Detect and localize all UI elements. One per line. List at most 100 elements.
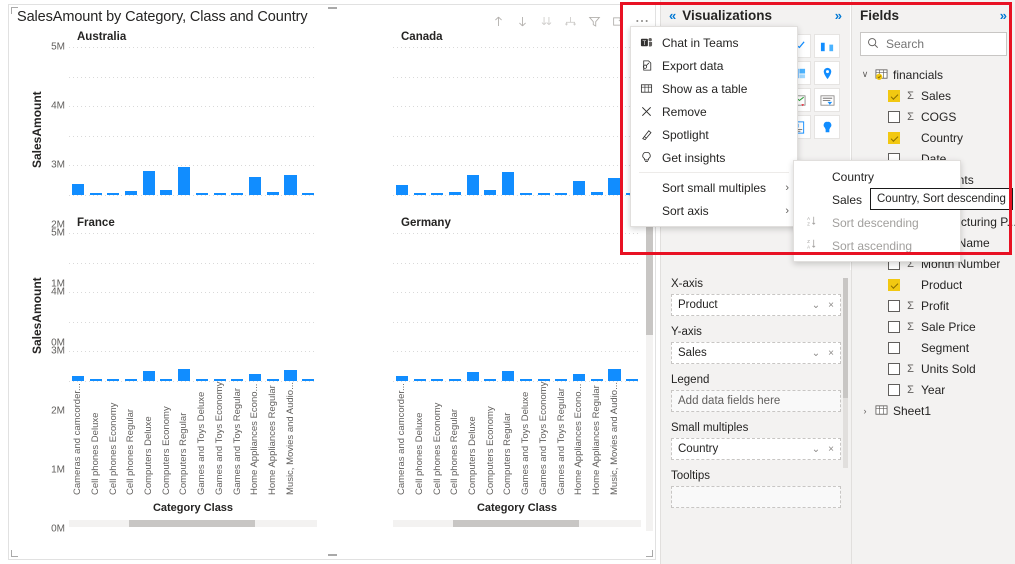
field-checkbox[interactable] — [888, 341, 900, 354]
bar[interactable] — [573, 373, 586, 381]
resize-handle-bottom-left[interactable] — [11, 550, 18, 557]
field-item[interactable]: Σ Year — [860, 379, 1015, 400]
fields-table-node[interactable]: ∨ financials — [860, 64, 1015, 85]
submenu-item[interactable]: Country — [794, 165, 960, 188]
bar[interactable] — [124, 191, 138, 195]
bar[interactable] — [608, 178, 621, 195]
field-item[interactable]: ΣProduct — [860, 274, 1015, 295]
slicer-icon[interactable] — [814, 88, 840, 112]
bar[interactable] — [231, 379, 244, 381]
bar[interactable] — [284, 370, 297, 381]
chart-horizontal-scrollbar[interactable] — [393, 520, 641, 527]
field-item[interactable]: Σ Units Sold — [860, 358, 1015, 379]
context-menu-item[interactable]: Sort small multiples › — [631, 176, 797, 199]
bar[interactable] — [590, 192, 603, 195]
remove-field-icon[interactable]: × — [826, 300, 836, 311]
chart-horizontal-scrollbar[interactable] — [69, 520, 317, 527]
bar[interactable] — [413, 379, 426, 381]
bar[interactable] — [71, 183, 84, 195]
bar[interactable] — [431, 193, 444, 195]
field-well-y-axis[interactable]: Sales ⌄ × — [671, 342, 841, 364]
bar[interactable] — [266, 379, 279, 381]
chevron-right-icon[interactable]: » — [1000, 8, 1007, 23]
bar[interactable] — [195, 193, 208, 195]
field-item[interactable]: Σ COGS — [860, 106, 1015, 127]
field-item[interactable]: ΣSegment — [860, 337, 1015, 358]
chevron-left-icon[interactable]: « — [669, 8, 676, 23]
bar[interactable] — [484, 190, 497, 195]
bar[interactable] — [71, 375, 84, 381]
sort-small-multiples-submenu[interactable]: Country Sales A Z Sort descending Z A Sort asce… — [793, 160, 961, 262]
expand-all-down-icon[interactable] — [537, 12, 555, 30]
field-checkbox[interactable] — [888, 278, 900, 291]
bar[interactable] — [213, 379, 226, 381]
bar[interactable] — [124, 379, 138, 381]
bar[interactable] — [284, 175, 297, 195]
field-checkbox[interactable] — [888, 110, 900, 123]
map-icon[interactable] — [814, 61, 840, 85]
bar[interactable] — [266, 191, 279, 195]
chevron-down-icon[interactable]: ⌄ — [810, 300, 822, 311]
bar[interactable] — [142, 370, 155, 381]
chart-horizontal-scroll-thumb[interactable] — [452, 520, 579, 527]
bar[interactable] — [502, 171, 515, 195]
field-item[interactable]: ΣCountry — [860, 127, 1015, 148]
bar[interactable] — [178, 369, 191, 381]
bar[interactable] — [466, 372, 479, 381]
bar[interactable] — [555, 193, 568, 195]
field-item[interactable]: Σ Profit — [860, 295, 1015, 316]
bar[interactable] — [626, 379, 639, 381]
field-well-small-multiples[interactable]: Country ⌄ × — [671, 438, 841, 460]
bar[interactable] — [89, 379, 102, 381]
bar[interactable] — [466, 174, 479, 195]
bar[interactable] — [537, 193, 550, 195]
visualizations-pane-scrollbar[interactable] — [843, 278, 848, 468]
bar[interactable] — [590, 379, 603, 381]
chevron-right-icon[interactable]: › — [860, 406, 870, 416]
field-well-x-axis[interactable]: Product ⌄ × — [671, 294, 841, 316]
bar[interactable] — [395, 185, 408, 195]
context-menu-item[interactable]: Remove — [631, 100, 797, 123]
drill-down-arrow-icon[interactable] — [513, 12, 531, 30]
bar[interactable] — [448, 379, 462, 381]
context-menu-item[interactable]: Show as a table — [631, 77, 797, 100]
field-item[interactable]: Σ Sale Price — [860, 316, 1015, 337]
resize-handle-top-center[interactable] — [328, 7, 337, 9]
bar[interactable] — [519, 379, 532, 381]
bar[interactable] — [160, 189, 173, 195]
context-menu-item[interactable]: Export data — [631, 54, 797, 77]
visual-header-toolbar[interactable] — [489, 12, 651, 30]
visualizations-pane-scroll-thumb[interactable] — [843, 278, 848, 398]
field-checkbox[interactable] — [888, 383, 900, 396]
bar[interactable] — [213, 193, 226, 195]
remove-field-icon[interactable]: × — [826, 348, 836, 359]
bar[interactable] — [89, 192, 102, 195]
bar[interactable] — [431, 379, 444, 381]
chart-horizontal-scroll-thumb[interactable] — [128, 520, 255, 527]
bar[interactable] — [395, 376, 408, 381]
small-multiples-bar-chart-visual[interactable]: SalesAmount by Category, Class and Count… — [8, 4, 656, 560]
field-checkbox[interactable] — [888, 131, 900, 144]
bar[interactable] — [178, 167, 191, 195]
bar[interactable] — [107, 193, 120, 195]
context-menu-item[interactable]: Spotlight — [631, 123, 797, 146]
field-checkbox[interactable] — [888, 362, 900, 375]
chevron-down-icon[interactable]: ⌄ — [810, 348, 822, 359]
field-well-legend[interactable]: Add data fields here — [671, 390, 841, 412]
field-item[interactable]: Σ Sales — [860, 85, 1015, 106]
bar[interactable] — [160, 378, 173, 381]
field-checkbox[interactable] — [888, 320, 900, 333]
fields-table-node[interactable]: › Sheet1 — [860, 400, 1015, 421]
resize-handle-bottom-center[interactable] — [328, 554, 337, 556]
bar[interactable] — [231, 193, 244, 195]
remove-field-icon[interactable]: × — [826, 444, 836, 455]
bar[interactable] — [608, 369, 621, 381]
chevron-right-icon[interactable]: » — [835, 8, 842, 23]
drill-up-icon[interactable] — [489, 12, 507, 30]
bar[interactable] — [448, 191, 462, 195]
field-checkbox[interactable] — [888, 89, 900, 102]
bar[interactable] — [142, 171, 155, 195]
chevron-down-icon[interactable]: ∨ — [860, 69, 870, 80]
bar[interactable] — [195, 379, 208, 381]
context-menu-item[interactable]: T Chat in Teams — [631, 31, 797, 54]
